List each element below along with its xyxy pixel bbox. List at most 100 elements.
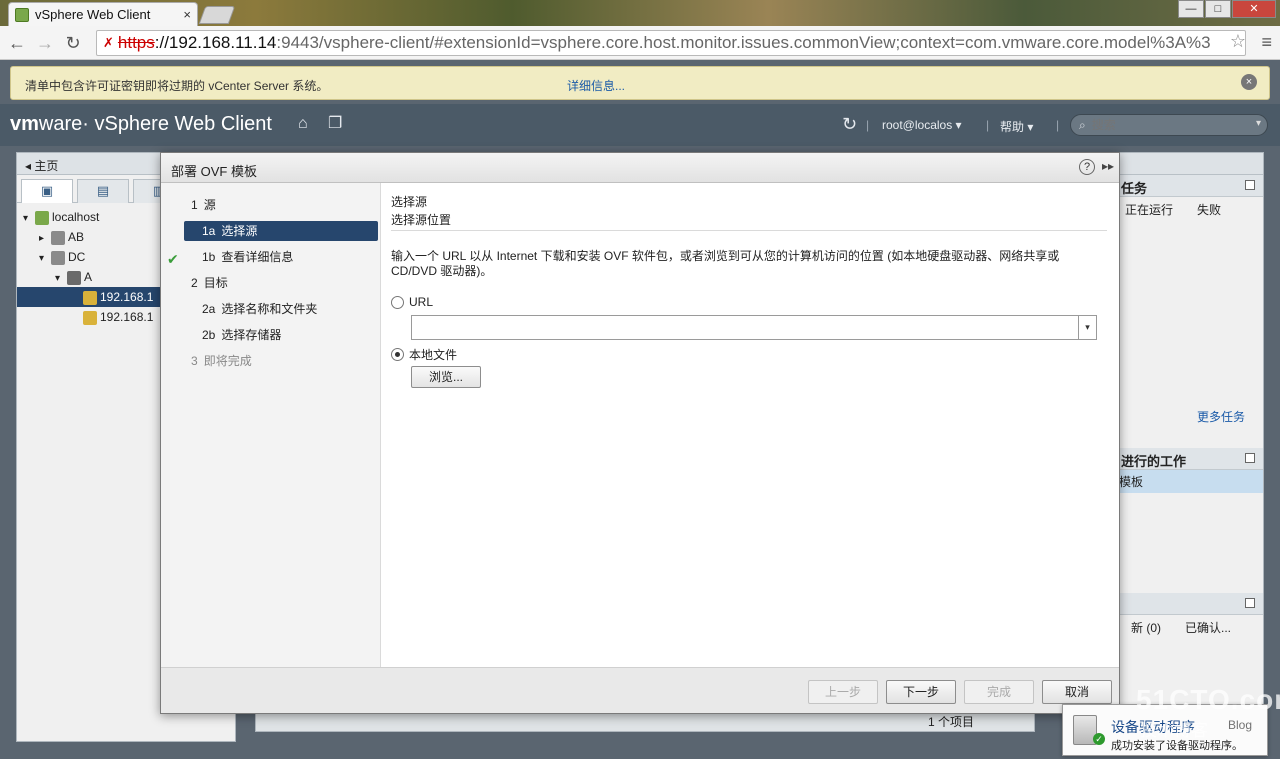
tree-item-label: 192.168.1 <box>100 310 154 324</box>
work-in-progress-title: 进行的工作 <box>1109 448 1263 470</box>
url-scheme: https <box>117 33 155 52</box>
chevron-down-icon[interactable]: ▾ <box>1078 316 1096 339</box>
url-radio[interactable] <box>391 295 404 309</box>
right-panel-header <box>1109 153 1263 175</box>
address-bar[interactable]: ✗ https ://192.168.11.14 :9443/vsphere-c… <box>96 30 1246 56</box>
help-icon[interactable]: ? <box>1079 159 1095 175</box>
minimize-icon[interactable] <box>1245 453 1255 463</box>
url-input[interactable] <box>412 316 1078 339</box>
header-separator: | <box>1056 118 1060 132</box>
step-2a[interactable]: 2a 选择名称和文件夹 <box>202 299 317 319</box>
failed-column[interactable]: 失败 <box>1197 201 1221 218</box>
tab-close-icon[interactable]: × <box>183 7 191 22</box>
tree-item-label: A <box>84 270 93 284</box>
wizard-content: 选择源 选择源位置 输入一个 URL 以从 Internet 下载和安装 OVF… <box>381 183 1119 669</box>
finish-button[interactable]: 完成 <box>964 680 1034 704</box>
header-separator: | <box>866 118 870 132</box>
minimize-icon[interactable] <box>1245 180 1255 190</box>
alarm-columns: 新 (0) 已确认... <box>1109 615 1263 640</box>
search-dropdown-icon[interactable]: ▾ <box>1256 118 1261 129</box>
watermark-subtitle: 技术博客 <box>1140 721 1208 740</box>
browser-titlebar: vSphere Web Client × — □ ✕ <box>0 0 1280 26</box>
url-host: ://192.168.11.14 <box>154 33 277 52</box>
user-menu[interactable]: root@localos ▾ <box>882 118 962 132</box>
watermark-blog: Blog <box>1228 718 1253 732</box>
home-icon[interactable]: ⌂ <box>298 116 314 132</box>
minimize-icon[interactable] <box>1245 598 1255 608</box>
step-1b[interactable]: 1b 查看详细信息 <box>202 247 293 267</box>
header-separator: | <box>986 118 990 132</box>
browse-button[interactable]: 浏览... <box>411 366 481 388</box>
tab-title: vSphere Web Client <box>35 7 151 22</box>
alarm-new-tab[interactable]: 新 (0) <box>1131 619 1161 636</box>
expand-icon[interactable]: ▸▸ <box>1102 159 1114 173</box>
step-1[interactable]: 1源 <box>191 195 216 215</box>
deploy-ovf-dialog: 部署 OVF 模板 ? ▸▸ ✔ 1源 1a 选择源 1b 查看详细信息 2 目标 2… <box>160 152 1120 714</box>
next-button[interactable]: 下一步 <box>886 680 956 704</box>
browser-menu-icon[interactable]: ≡ <box>1261 32 1272 53</box>
back-button[interactable]: ← <box>6 32 28 54</box>
inventory-object-icon <box>83 310 97 325</box>
new-tab-button[interactable] <box>198 6 236 24</box>
reload-button[interactable]: ↻ <box>62 32 84 54</box>
tree-toggle-icon[interactable]: ▸ <box>39 229 51 249</box>
tasks-columns: 正在运行 失败 <box>1109 197 1263 222</box>
alarm-ack-tab[interactable]: 已确认... <box>1185 619 1231 636</box>
search-box[interactable]: ⌕ ▾ <box>1070 114 1268 136</box>
tree-toggle-icon[interactable]: ▾ <box>55 269 67 289</box>
tree-toggle-icon[interactable]: ▾ <box>39 249 51 269</box>
search-input[interactable] <box>1091 118 1242 132</box>
step-2b[interactable]: 2b 选择存储器 <box>202 325 281 345</box>
tasks-title: 任务 <box>1109 175 1263 197</box>
local-file-option[interactable]: 本地文件 <box>391 346 457 362</box>
local-file-radio[interactable] <box>391 347 404 361</box>
inventory-object-icon <box>51 250 65 265</box>
minimize-button[interactable]: — <box>1178 0 1204 18</box>
inventory-object-icon <box>51 230 65 245</box>
license-notice-bar: 清单中包含许可证密钥即将过期的 vCenter Server 系统。 详细信息.… <box>10 66 1270 100</box>
app-header: vmware· vSphere Web Client ⌂ ❐ ↻ | root@… <box>0 104 1280 146</box>
tab-hosts-clusters[interactable]: ▣ <box>21 179 73 203</box>
running-column[interactable]: 正在运行 <box>1125 201 1173 218</box>
step-1a[interactable]: 1a 选择源 <box>184 221 378 241</box>
tree-item-label: localhost <box>52 210 100 224</box>
vmware-logo: vmware· vSphere Web Client <box>10 113 272 135</box>
notice-text: 清单中包含许可证密钥即将过期的 vCenter Server 系统。 <box>25 79 329 93</box>
notice-details-link[interactable]: 详细信息... <box>567 77 625 94</box>
item-count: 1 个项目 <box>927 715 974 729</box>
step-3: 3 即将完成 <box>191 354 252 368</box>
alarms-title <box>1109 593 1263 615</box>
wizard-steps: ✔ 1源 1a 选择源 1b 查看详细信息 2 目标 2a 选择名称和文件夹 2b 选择存… <box>161 183 381 669</box>
refresh-icon[interactable]: ↻ <box>842 114 857 135</box>
more-tasks-link[interactable]: 更多任务 <box>1197 408 1245 425</box>
tree-item-label: DC <box>68 250 86 264</box>
divider <box>391 230 1107 231</box>
cancel-button[interactable]: 取消 <box>1042 680 1112 704</box>
content-description: 输入一个 URL 以从 Internet 下载和安装 OVF 软件包，或者浏览到… <box>391 249 1060 278</box>
windows-icon[interactable]: ❐ <box>328 116 344 132</box>
bookmark-star-icon[interactable]: ☆ <box>1230 31 1246 52</box>
tree-toggle-icon[interactable]: ▾ <box>23 209 35 229</box>
work-item[interactable]: 模板 <box>1109 470 1263 493</box>
local-file-option-label: 本地文件 <box>409 347 458 362</box>
back-button[interactable]: 上一步 <box>808 680 878 704</box>
browser-tab[interactable]: vSphere Web Client × <box>8 2 198 26</box>
maximize-button[interactable]: □ <box>1205 0 1231 18</box>
notice-close-icon[interactable]: × <box>1241 74 1257 90</box>
dialog-footer: 上一步 下一步 完成 取消 <box>161 667 1119 713</box>
dialog-title: 部署 OVF 模板 <box>171 164 257 179</box>
url-combobox[interactable]: ▾ <box>411 315 1097 340</box>
forward-button[interactable]: → <box>34 32 56 54</box>
success-icon: ✓ <box>1093 733 1105 745</box>
tab-vms-templates[interactable]: ▤ <box>77 179 129 203</box>
content-subtitle: 选择源位置 <box>391 213 452 227</box>
help-menu[interactable]: 帮助 ▾ <box>1000 118 1033 135</box>
tree-item-label: AB <box>68 230 85 244</box>
url-option[interactable]: URL <box>391 294 433 310</box>
window-close-button[interactable]: ✕ <box>1232 0 1276 18</box>
inventory-object-icon <box>67 270 81 285</box>
insecure-lock-icon: ✗ <box>103 35 114 50</box>
step-2[interactable]: 2 目标 <box>191 273 228 293</box>
url-path: :9443/vsphere-client/#extensionId=vspher… <box>276 33 1211 52</box>
content-title: 选择源 <box>391 195 428 209</box>
